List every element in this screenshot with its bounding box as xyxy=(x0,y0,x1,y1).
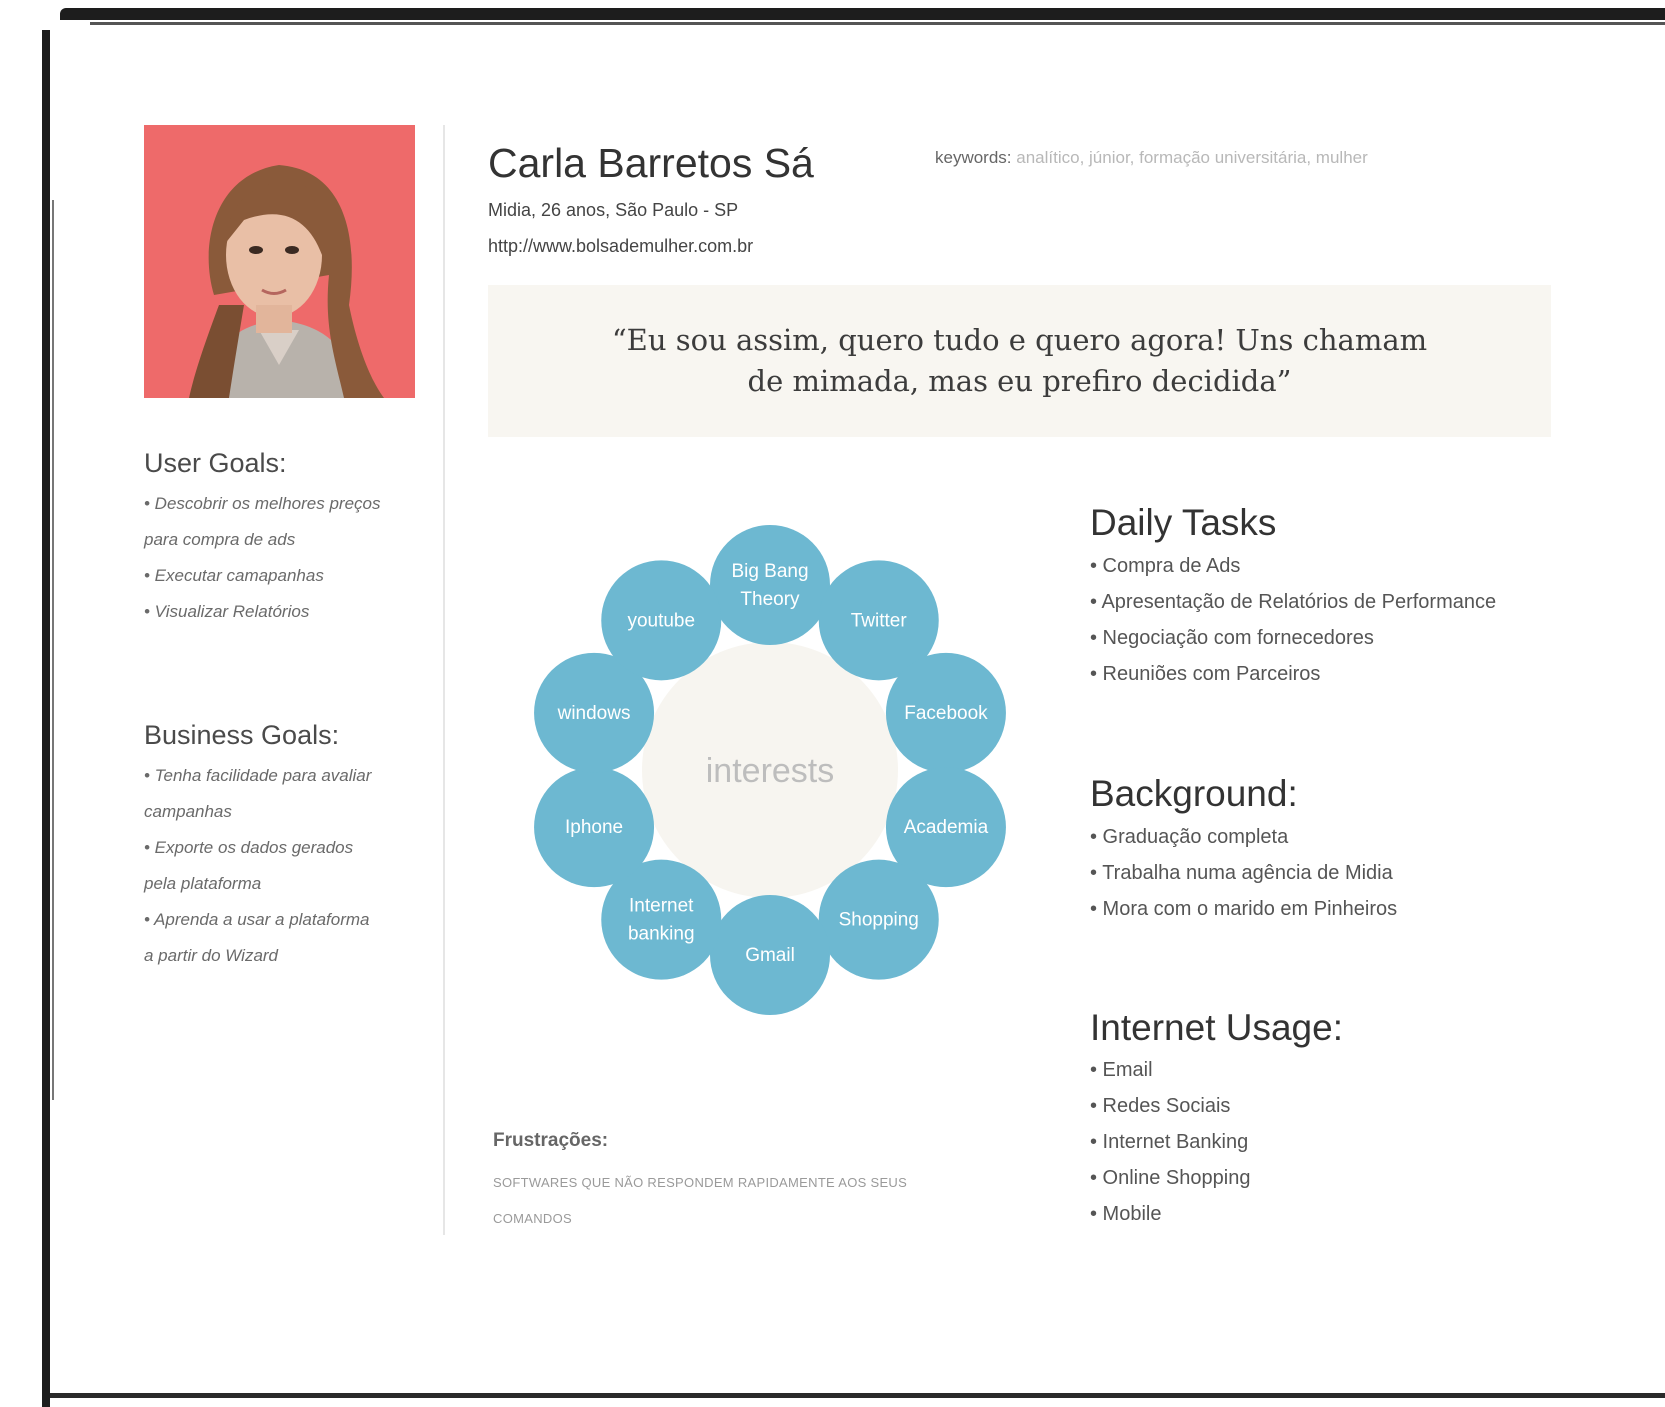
interest-bubble-label: Iphone xyxy=(565,817,623,838)
interest-bubble: Shopping xyxy=(818,859,939,980)
interest-bubble-label: Academia xyxy=(904,817,989,838)
list-item: • Reuniões com Parceiros xyxy=(1090,663,1321,685)
interest-bubble-label: Internet xyxy=(629,896,694,917)
background-list: • Graduação completa • Trabalha numa agê… xyxy=(1090,819,1650,927)
interest-bubble-label: Big Bang xyxy=(731,561,808,582)
persona-photo xyxy=(144,125,415,398)
list-item: • Internet Banking xyxy=(1090,1131,1249,1153)
persona-details: Midia, 26 anos, São Paulo - SP xyxy=(488,200,739,220)
list-item: • Mora com o marido em Pinheiros xyxy=(1090,898,1398,920)
list-item: • Apresentação de Relatórios de Performa… xyxy=(1090,591,1497,613)
interest-bubble-label: Shopping xyxy=(839,910,919,931)
interest-bubble-label: youtube xyxy=(627,610,695,631)
keywords-label: keywords: xyxy=(935,148,1012,167)
background-title: Background: xyxy=(1090,773,1298,814)
list-item: • Compra de Ads xyxy=(1090,555,1241,577)
list-item: para compra de ads xyxy=(144,530,296,549)
list-item: • Exporte os dados gerados xyxy=(144,838,354,857)
interest-bubble: Iphone xyxy=(534,767,655,888)
interest-bubble-label: windows xyxy=(557,703,631,724)
interest-bubble: Facebook xyxy=(885,652,1006,773)
list-item: • Executar camapanhas xyxy=(144,566,324,585)
frame-bottom-edge xyxy=(50,1393,1665,1398)
internet-usage-title: Internet Usage: xyxy=(1090,1007,1343,1048)
list-item: • Negociação com fornecedores xyxy=(1090,627,1374,649)
list-item: • Email xyxy=(1090,1059,1153,1081)
interest-bubble: youtube xyxy=(601,560,722,681)
list-item: • Tenha facilidade para avaliar xyxy=(144,766,372,785)
list-item: • Descobrir os melhores preços xyxy=(144,494,381,513)
internet-usage-list: • Email • Redes Sociais • Internet Banki… xyxy=(1090,1052,1650,1232)
list-item: • Visualizar Relatórios xyxy=(144,602,310,621)
interest-bubble-label: Facebook xyxy=(904,703,988,724)
business-goals-list: • Tenha facilidade para avaliar campanha… xyxy=(144,758,424,974)
interests-center-label: interests xyxy=(706,752,835,790)
interest-bubble-circle xyxy=(710,525,830,645)
frame-left-edge xyxy=(42,30,50,1407)
interest-bubble-label: Theory xyxy=(740,589,800,610)
list-item: • Online Shopping xyxy=(1090,1167,1251,1189)
vertical-divider xyxy=(443,125,445,1235)
daily-tasks-title: Daily Tasks xyxy=(1090,502,1277,543)
list-item: • Graduação completa xyxy=(1090,826,1289,848)
list-item: • Aprenda a usar a plataforma xyxy=(144,910,370,929)
persona-name: Carla Barretos Sá xyxy=(488,140,814,186)
frame-top-edge-inner xyxy=(90,22,1665,25)
business-goals-title: Business Goals: xyxy=(144,720,340,750)
daily-tasks-list: • Compra de Ads • Apresentação de Relató… xyxy=(1090,548,1650,692)
interest-bubble: Big Bang Theory xyxy=(710,525,830,645)
quote-box: “Eu sou assim, quero tudo e quero agora!… xyxy=(488,285,1551,437)
interest-bubble: Gmail xyxy=(710,895,830,1015)
interest-bubble-label: Gmail xyxy=(745,945,795,966)
frustrations-title: Frustrações: xyxy=(493,1130,609,1151)
persona-quote: “Eu sou assim, quero tudo e quero agora!… xyxy=(611,323,1428,398)
interest-bubble-label: Twitter xyxy=(851,610,908,631)
keywords: keywords: analítico, júnior, formação un… xyxy=(935,148,1368,168)
keywords-values: analítico, júnior, formação universitári… xyxy=(1016,148,1368,167)
list-item: • Trabalha numa agência de Midia xyxy=(1090,862,1393,884)
user-goals-list: • Descobrir os melhores preços para comp… xyxy=(144,486,424,630)
list-item: a partir do Wizard xyxy=(144,946,279,965)
list-item: • Mobile xyxy=(1090,1203,1162,1225)
persona-url[interactable]: http://www.bolsademulher.com.br xyxy=(488,236,753,257)
frustrations-text: SOFTWARES QUE NÃO RESPONDEM RAPIDAMENTE … xyxy=(493,1175,908,1226)
frame-top-edge xyxy=(60,8,1665,20)
frame-left-edge-inner xyxy=(52,200,54,1100)
interests-diagram: interests Big Bang Theory Twitter Facebook Ac… xyxy=(500,520,1040,1050)
user-goals-title: User Goals: xyxy=(144,448,287,478)
list-item: pela plataforma xyxy=(144,874,262,893)
list-item: campanhas xyxy=(144,802,232,821)
list-item: • Redes Sociais xyxy=(1090,1095,1231,1117)
interest-bubble-label: banking xyxy=(628,924,695,945)
